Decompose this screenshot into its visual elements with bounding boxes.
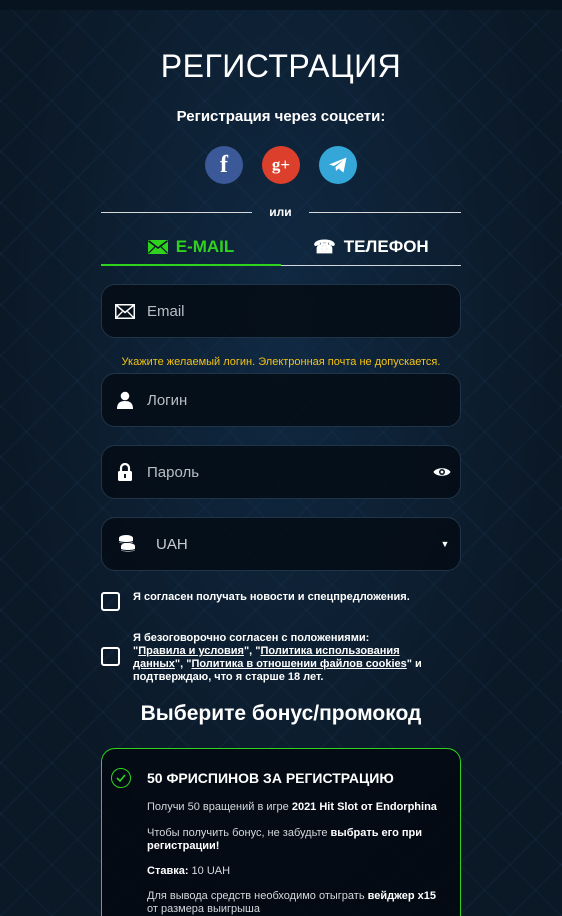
lock-icon [117, 463, 132, 481]
google-plus-icon: g+ [271, 155, 291, 174]
social-login-buttons: f g+ [205, 146, 357, 184]
news-consent: Я согласен получать новости и спецпредло… [101, 591, 461, 611]
login-hint: Укажите желаемый логин. Электронная почт… [121, 356, 441, 368]
bonus-stake: Ставка: 10 UAH [147, 865, 231, 877]
registration-tabs: E-MAIL ☎ ТЕЛЕФОН [101, 230, 461, 266]
social-login-title: Регистрация через соцсети: [176, 108, 386, 125]
divider-text: или [269, 205, 292, 219]
envelope-icon [114, 303, 135, 319]
show-password-toggle[interactable] [424, 466, 460, 478]
phone-icon: ☎ [313, 236, 336, 257]
check-icon [111, 768, 131, 788]
email-field-wrapper [101, 284, 461, 338]
news-consent-checkbox[interactable] [101, 592, 120, 611]
bonus-card[interactable]: 50 ФРИСПИНОВ ЗА РЕГИСТРАЦИЮ Получи 50 вр… [101, 748, 461, 916]
currency-select[interactable]: UAH ▼ [101, 517, 461, 571]
terms-link[interactable]: Правила и условия [138, 645, 244, 657]
terms-consent-checkbox[interactable] [101, 647, 120, 666]
bonus-description: Получи 50 вращений в игре 2021 Hit Slot … [147, 801, 437, 813]
tab-phone[interactable]: ☎ ТЕЛЕФОН [281, 230, 461, 264]
password-field-wrapper [101, 445, 461, 499]
google-plus-button[interactable]: g+ [262, 146, 300, 184]
top-bar [0, 0, 562, 10]
coins-icon [118, 535, 136, 552]
telegram-icon [329, 157, 347, 173]
bonus-wager: Для вывода средств необходимо отыграть в… [147, 890, 437, 915]
bonus-instructions: Чтобы получить бонус, не забудьте выбрат… [147, 827, 422, 852]
password-input[interactable] [147, 446, 424, 498]
tab-email[interactable]: E-MAIL [101, 230, 281, 264]
login-field-wrapper [101, 373, 461, 427]
login-input[interactable] [147, 374, 460, 426]
terms-consent-label: Я безоговорочно согласен с положениями: … [133, 632, 422, 683]
tab-phone-label: ТЕЛЕФОН [343, 237, 429, 256]
page-title: РЕГИСТРАЦИЯ [160, 48, 402, 84]
eye-icon [433, 468, 451, 476]
facebook-icon: f [220, 151, 228, 178]
terms-consent: Я безоговорочно согласен с положениями: … [101, 632, 461, 684]
bonus-card-title: 50 ФРИСПИНОВ ЗА РЕГИСТРАЦИЮ [147, 770, 394, 786]
chevron-down-icon: ▼ [440, 539, 450, 549]
or-divider: или [101, 204, 461, 222]
news-consent-label: Я согласен получать новости и спецпредло… [133, 591, 410, 603]
bonus-section-title: Выберите бонус/промокод [140, 702, 422, 725]
email-input[interactable] [147, 285, 460, 337]
currency-value: UAH [156, 535, 188, 553]
telegram-button[interactable] [319, 146, 357, 184]
cookie-policy-link[interactable]: Политика в отношении файлов cookies [191, 658, 406, 670]
tab-email-label: E-MAIL [175, 237, 235, 256]
facebook-button[interactable]: f [205, 146, 243, 184]
user-icon [116, 391, 133, 409]
envelope-icon [147, 240, 168, 254]
active-tab-indicator [101, 264, 281, 266]
